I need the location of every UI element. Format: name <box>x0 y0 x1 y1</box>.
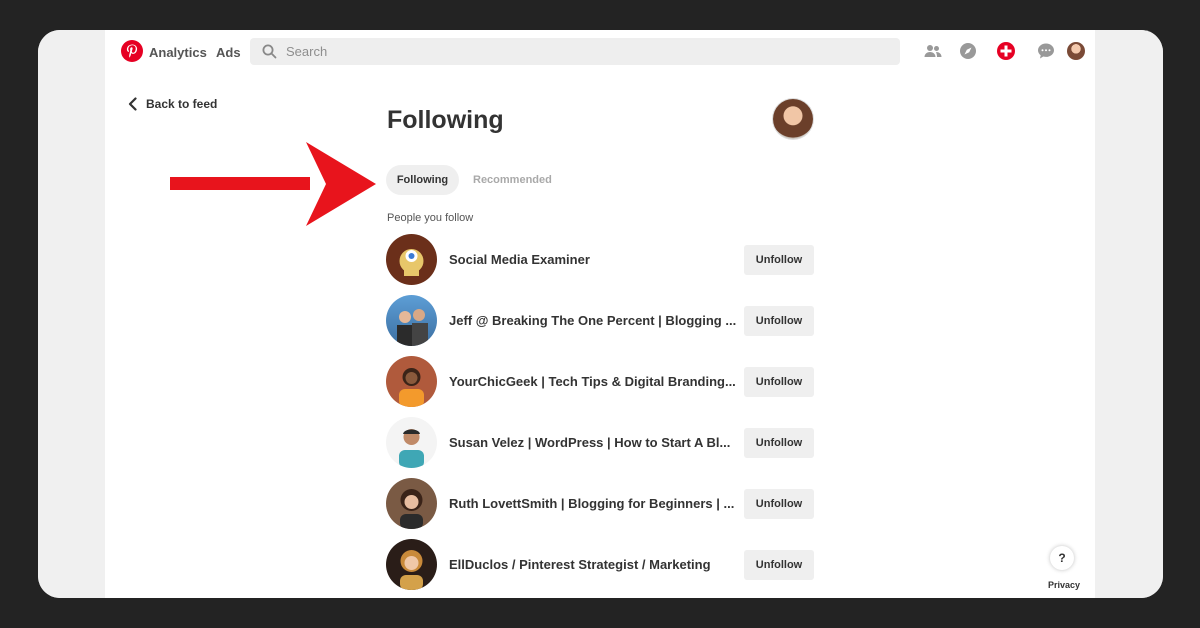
list-item: Social Media Examiner Unfollow <box>386 234 816 286</box>
avatar[interactable] <box>386 478 437 529</box>
chevron-left-icon <box>128 97 137 111</box>
pinterest-app: Analytics Ads Search Back to feed Follow… <box>105 30 1095 598</box>
list-item: YourChicGeek | Tech Tips & Digital Brand… <box>386 356 816 408</box>
profile-avatar[interactable] <box>1067 42 1085 60</box>
person-name[interactable]: Social Media Examiner <box>449 252 590 267</box>
help-button[interactable]: ? <box>1050 546 1074 570</box>
nav-analytics[interactable]: Analytics <box>149 45 207 60</box>
unfollow-button[interactable]: Unfollow <box>744 367 814 397</box>
unfollow-button[interactable]: Unfollow <box>744 428 814 458</box>
unfollow-button[interactable]: Unfollow <box>744 306 814 336</box>
right-gutter <box>1095 30 1163 598</box>
unfollow-button[interactable]: Unfollow <box>744 245 814 275</box>
privacy-link[interactable]: Privacy <box>1048 580 1080 590</box>
person-name[interactable]: Susan Velez | WordPress | How to Start A… <box>449 435 730 450</box>
messages-icon[interactable] <box>1036 41 1056 61</box>
list-item: Ruth LovettSmith | Blogging for Beginner… <box>386 478 816 530</box>
list-item: Jeff @ Breaking The One Percent | Bloggi… <box>386 295 816 347</box>
section-label: People you follow <box>387 212 474 224</box>
compass-icon[interactable] <box>958 41 978 61</box>
avatar[interactable] <box>386 356 437 407</box>
page-title: Following <box>387 106 504 134</box>
people-icon[interactable] <box>923 41 943 61</box>
unfollow-button[interactable]: Unfollow <box>744 489 814 519</box>
person-name[interactable]: YourChicGeek | Tech Tips & Digital Brand… <box>449 374 736 389</box>
user-avatar[interactable] <box>773 99 813 139</box>
list-item: Susan Velez | WordPress | How to Start A… <box>386 417 816 469</box>
unfollow-button[interactable]: Unfollow <box>744 550 814 580</box>
person-name[interactable]: Jeff @ Breaking The One Percent | Bloggi… <box>449 313 736 328</box>
tab-recommended[interactable]: Recommended <box>473 165 552 195</box>
person-name[interactable]: EllDuclos / Pinterest Strategist / Marke… <box>449 557 711 572</box>
screenshot-frame: Analytics Ads Search Back to feed Follow… <box>38 30 1163 598</box>
search-bar[interactable]: Search <box>250 38 900 65</box>
nav-ads[interactable]: Ads <box>216 45 241 60</box>
search-placeholder: Search <box>286 44 328 59</box>
create-pin-icon[interactable] <box>996 41 1016 61</box>
avatar[interactable] <box>386 234 437 285</box>
left-gutter <box>38 30 105 598</box>
avatar[interactable] <box>386 417 437 468</box>
search-icon <box>262 44 277 59</box>
pinterest-logo-icon[interactable] <box>121 40 143 62</box>
tab-following[interactable]: Following <box>386 165 459 195</box>
avatar[interactable] <box>386 295 437 346</box>
avatar[interactable] <box>386 539 437 590</box>
red-arrow-annotation <box>170 142 376 226</box>
top-bar: Analytics Ads Search <box>105 30 1095 74</box>
person-name[interactable]: Ruth LovettSmith | Blogging for Beginner… <box>449 496 734 511</box>
list-item: EllDuclos / Pinterest Strategist / Marke… <box>386 539 816 591</box>
back-to-feed-label: Back to feed <box>146 97 218 111</box>
